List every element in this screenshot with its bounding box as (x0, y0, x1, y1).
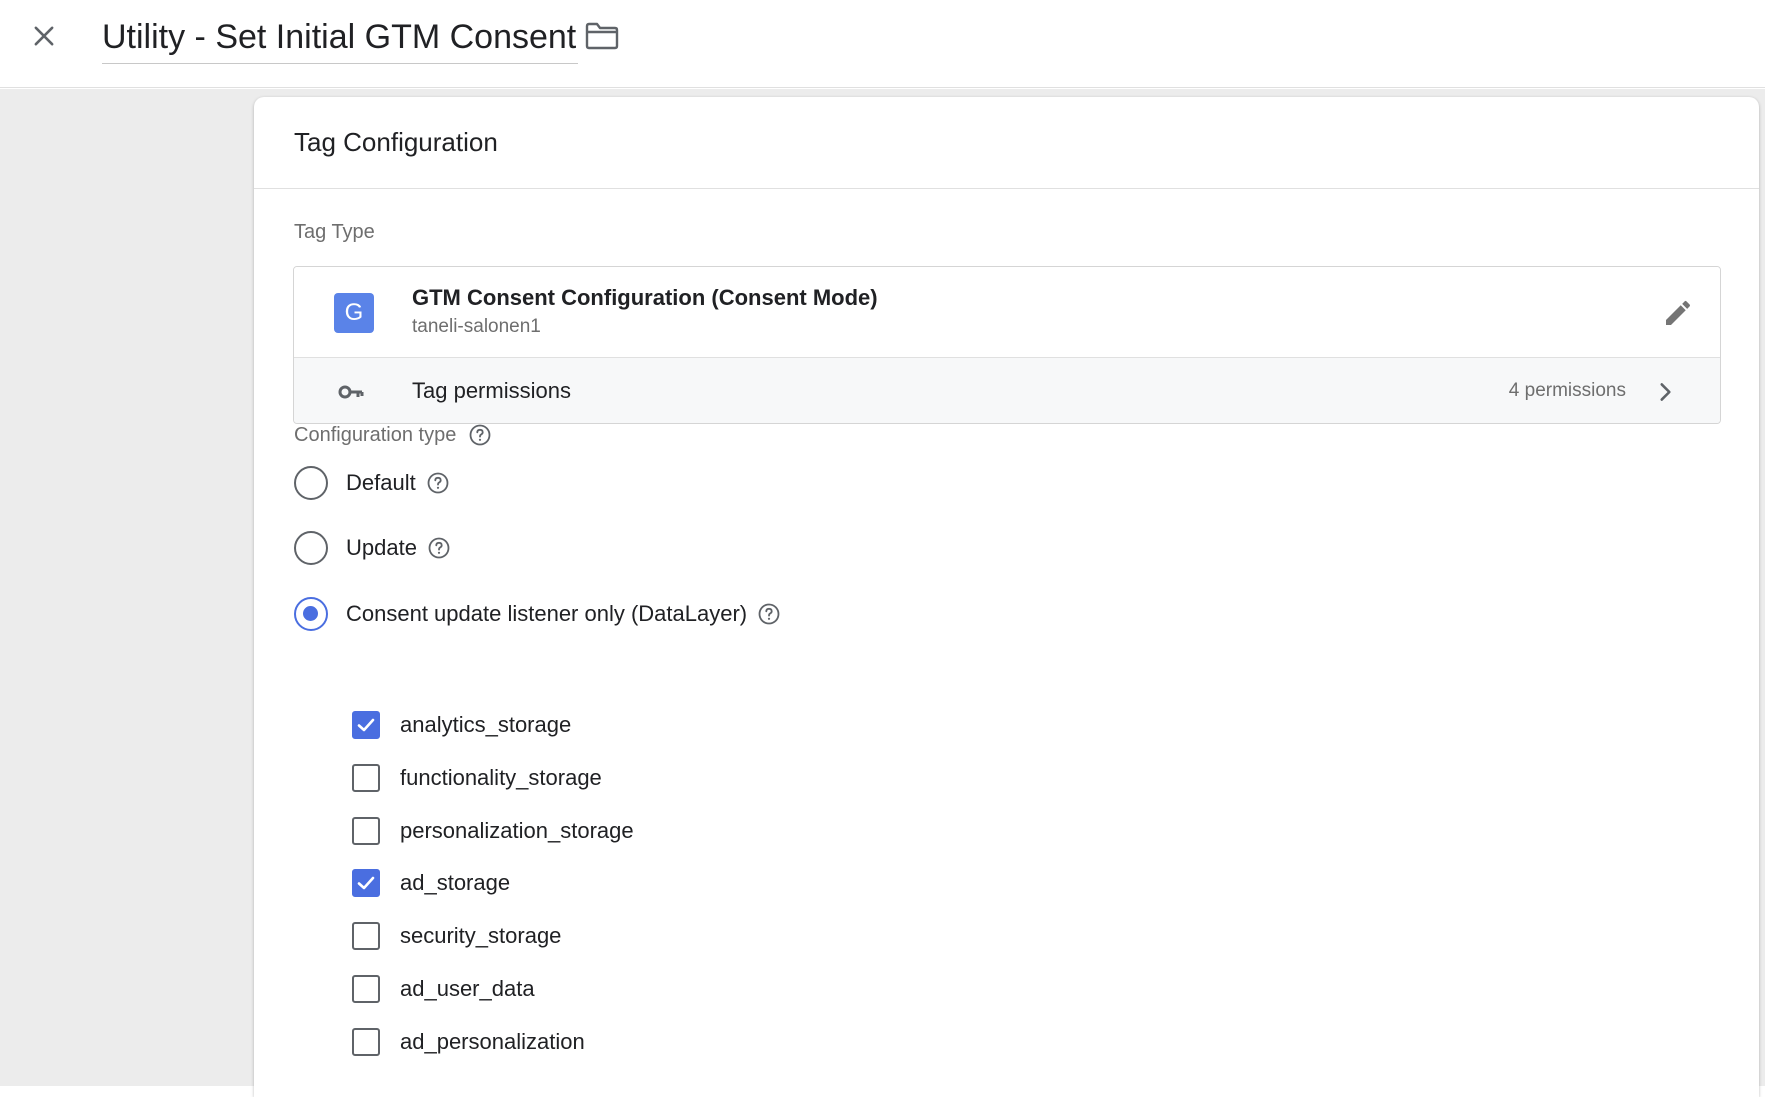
question-circle-icon (428, 537, 450, 559)
tag-type-selector[interactable]: G GTM Consent Configuration (Consent Mod… (294, 267, 1720, 357)
radio-button[interactable] (294, 466, 328, 500)
help-icon[interactable] (468, 423, 492, 447)
tag-template-icon: G (334, 293, 374, 333)
checkbox-label: ad_storage (400, 870, 511, 895)
checkbox-personalization-storage[interactable]: personalization_storage (352, 814, 634, 848)
radio-option-update[interactable]: Update (294, 528, 451, 568)
pencil-icon (1666, 300, 1691, 325)
close-icon (34, 26, 54, 46)
tag-type-label: Tag Type (294, 221, 375, 243)
configuration-type-label: Configuration type (294, 423, 457, 446)
checkbox-label: ad_personalization (400, 1029, 585, 1054)
checkbox-ad-personalization[interactable]: ad_personalization (352, 1025, 585, 1059)
folder-button[interactable] (580, 16, 624, 56)
question-circle-icon (469, 424, 491, 446)
folder-icon (585, 22, 619, 50)
radio-option-listener-only[interactable]: Consent update listener only (DataLayer) (294, 594, 781, 634)
question-circle-icon (758, 603, 780, 625)
tag-name-field[interactable]: Utility - Set Initial GTM Consent (102, 14, 579, 64)
card-header: Tag Configuration (254, 97, 1759, 189)
checkbox-label: analytics_storage (400, 712, 572, 737)
checkbox[interactable] (352, 1028, 380, 1056)
checkbox[interactable] (352, 922, 380, 950)
checkbox[interactable] (352, 817, 380, 845)
edit-tag-type-button[interactable] (1656, 291, 1700, 335)
editor-header: Utility - Set Initial GTM Consent (0, 0, 1765, 88)
help-icon[interactable] (426, 471, 450, 495)
tag-type-box: G GTM Consent Configuration (Consent Mod… (293, 266, 1721, 424)
radio-button-selected[interactable] (294, 597, 328, 631)
permissions-count: 4 permissions (1508, 380, 1626, 401)
tag-type-author: taneli-salonen1 (412, 316, 541, 337)
radio-label: Consent update listener only (DataLayer) (346, 601, 748, 626)
checkbox-label: personalization_storage (400, 818, 634, 843)
close-button[interactable] (22, 14, 66, 58)
checkbox-checked[interactable] (352, 711, 380, 739)
key-icon (338, 385, 364, 399)
help-icon[interactable] (757, 602, 781, 626)
checkbox-security-storage[interactable]: security_storage (352, 919, 561, 953)
radio-label: Default (346, 470, 416, 495)
checkbox-ad-storage[interactable]: ad_storage (352, 866, 510, 900)
help-icon[interactable] (427, 536, 451, 560)
check-icon (357, 876, 375, 890)
check-icon (357, 718, 375, 732)
checkbox-functionality-storage[interactable]: functionality_storage (352, 761, 602, 795)
checkbox[interactable] (352, 975, 380, 1003)
checkbox-label: ad_user_data (400, 976, 535, 1001)
checkbox-checked[interactable] (352, 869, 380, 897)
checkbox[interactable] (352, 764, 380, 792)
radio-label: Update (346, 535, 417, 560)
checkbox-analytics-storage[interactable]: analytics_storage (352, 708, 571, 742)
card-title: Tag Configuration (294, 127, 498, 157)
checkbox-label: functionality_storage (400, 765, 602, 790)
tag-permissions-row[interactable]: Tag permissions 4 permissions (294, 357, 1720, 423)
radio-option-default[interactable]: Default (294, 463, 450, 503)
radio-button[interactable] (294, 531, 328, 565)
checkbox-ad-user-data[interactable]: ad_user_data (352, 972, 535, 1006)
configuration-type-heading: Configuration type (294, 423, 492, 447)
question-circle-icon (427, 472, 449, 494)
tag-permissions-label: Tag permissions (412, 378, 571, 403)
tag-type-name: GTM Consent Configuration (Consent Mode) (412, 285, 878, 310)
tag-template-icon-letter: G (344, 299, 364, 326)
tag-configuration-card: Tag Configuration Tag Type G GTM Consent… (254, 97, 1759, 1097)
chevron-right-icon (1660, 383, 1671, 401)
checkbox-label: security_storage (400, 923, 562, 948)
